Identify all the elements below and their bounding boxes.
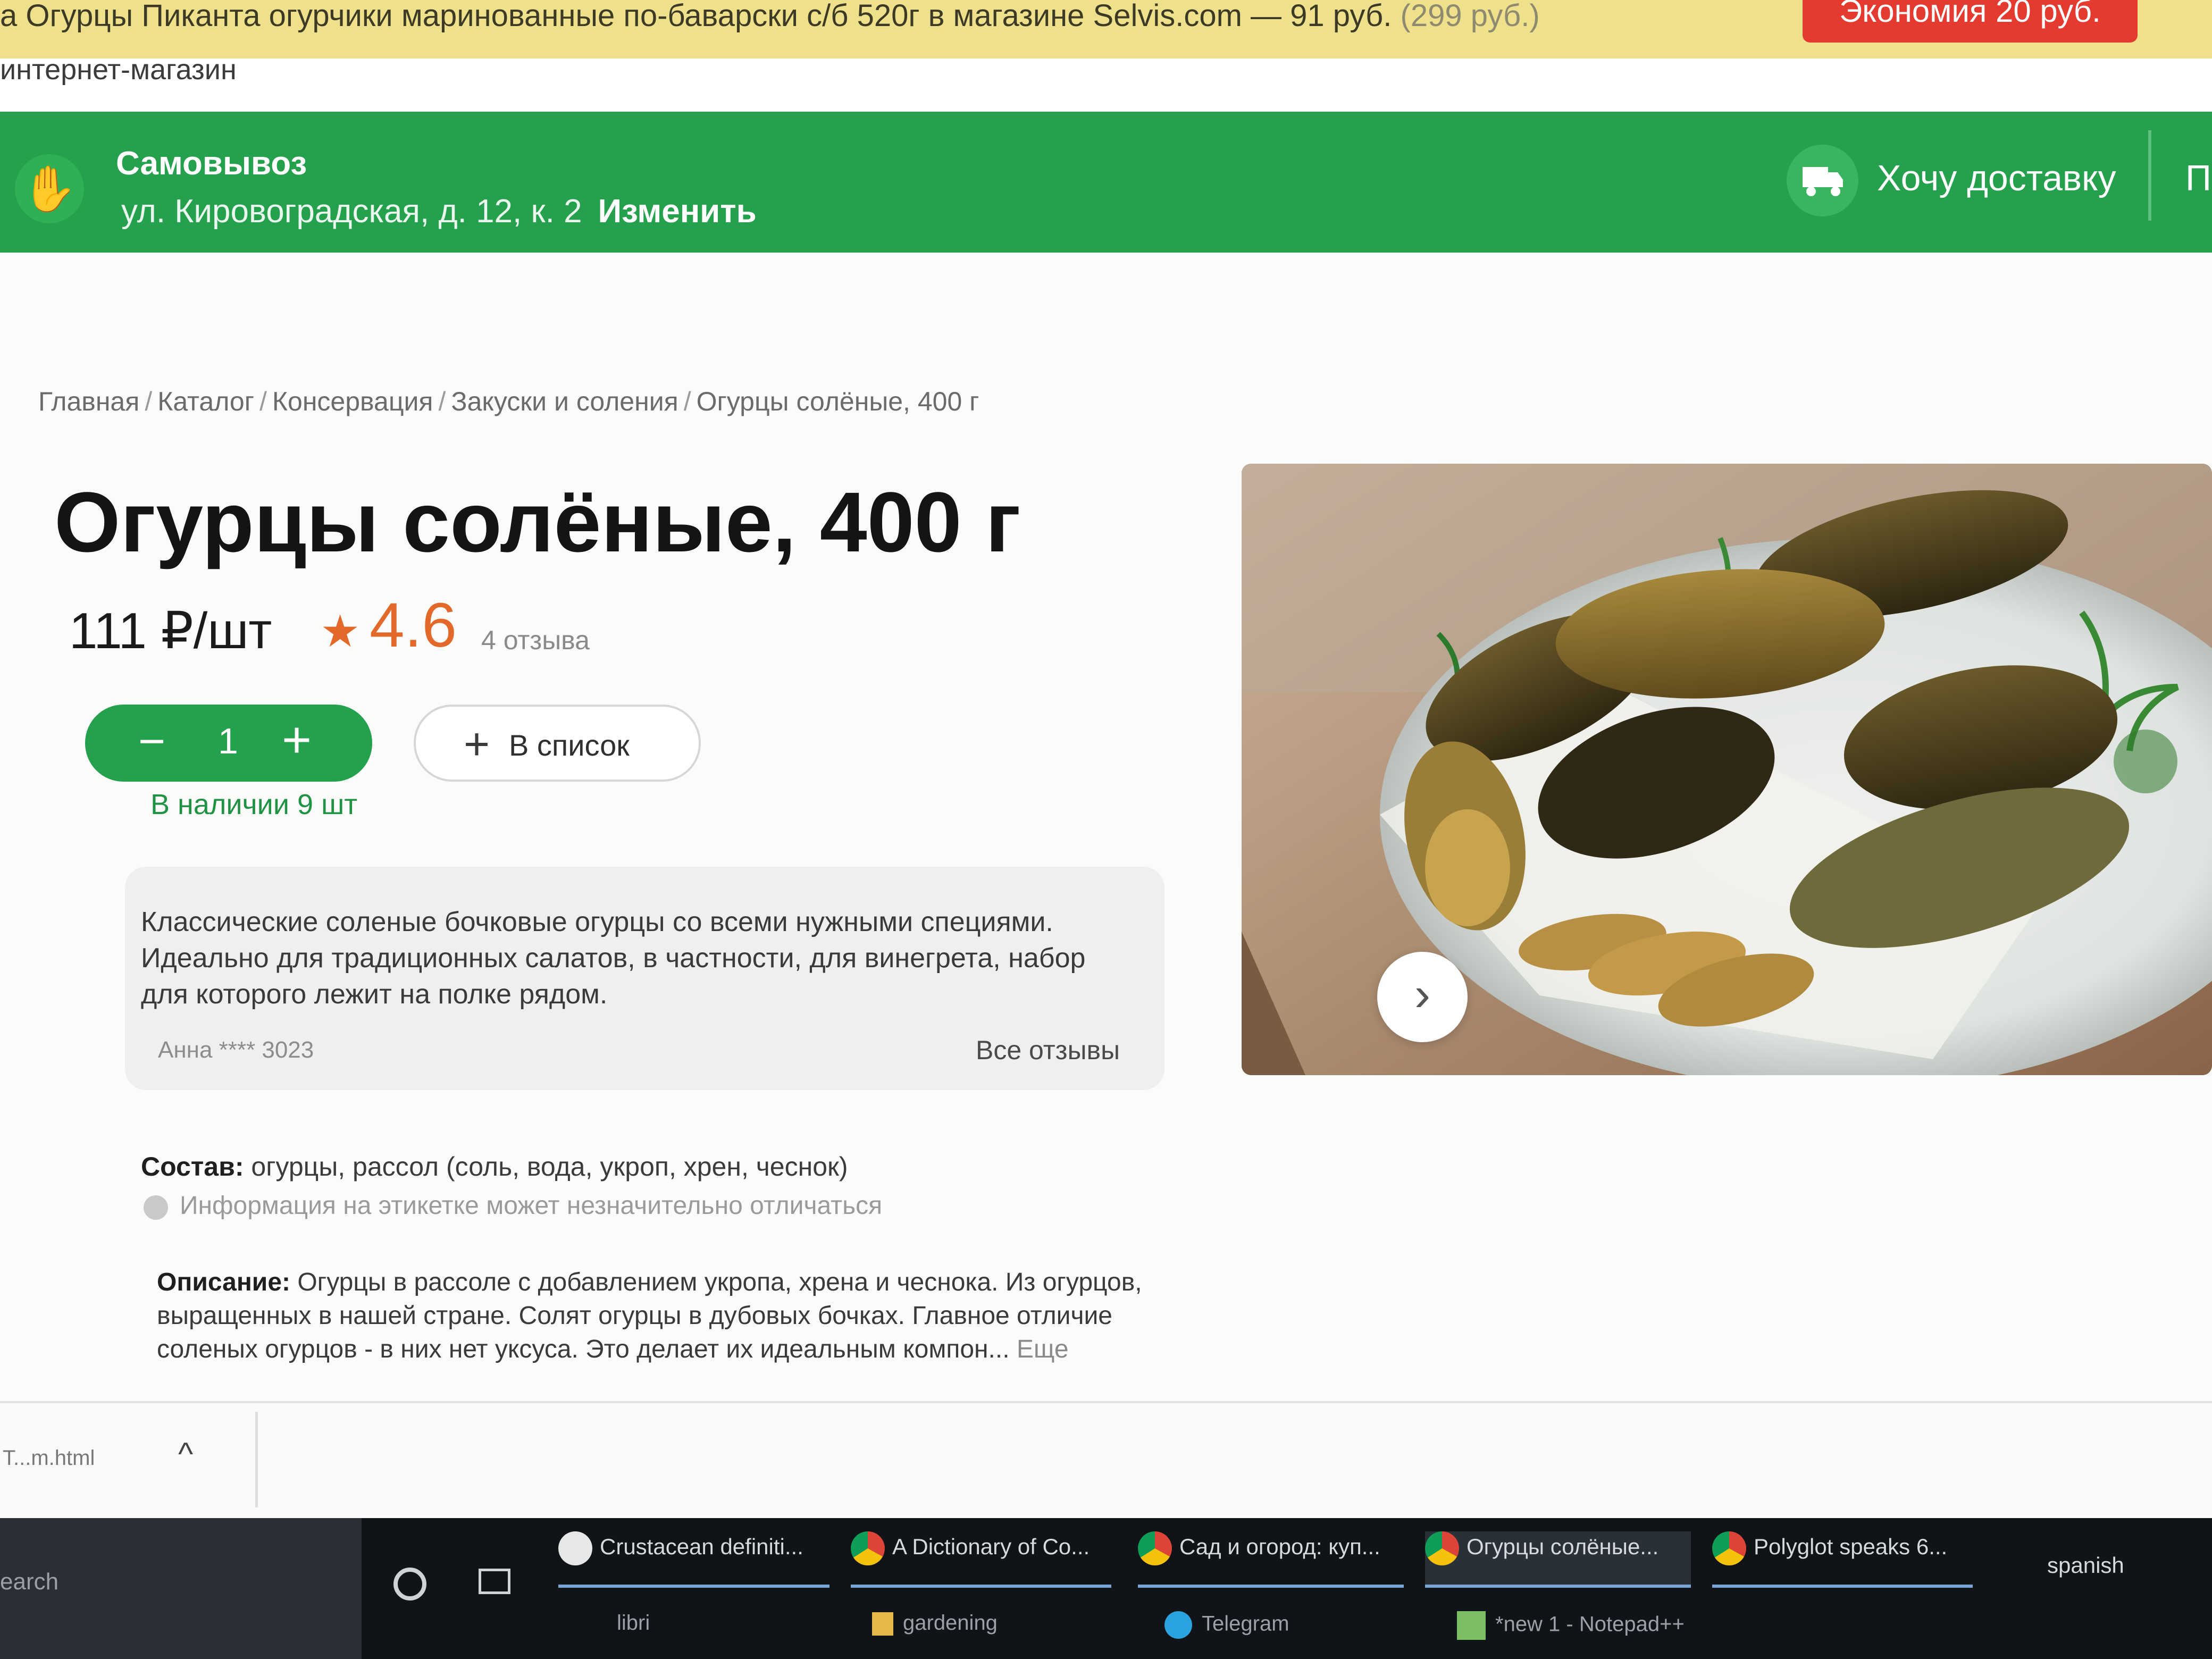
chevron-up-icon[interactable]: ^	[178, 1436, 193, 1472]
stock-status: В наличии 9 шт	[150, 789, 358, 820]
reviews-count-link[interactable]: 4 отзыва	[481, 625, 590, 656]
add-to-list-label: В список	[509, 728, 630, 762]
breadcrumb-item-snacks[interactable]: Закуски и соления	[451, 387, 678, 416]
pickup-address: ул. Кировоградская, д. 12, к. 2 Изменить	[121, 192, 757, 230]
taskbar-item-yandex[interactable]: Crustacean definiti...	[558, 1531, 830, 1588]
description-text: Огурцы в рассоле с добавлением укропа, х…	[157, 1268, 1142, 1363]
taskbar-item-telegram[interactable]: Telegram	[1164, 1611, 1289, 1639]
cut-off-menu-item[interactable]: П	[2185, 157, 2211, 199]
bar-divider	[2148, 130, 2151, 221]
breadcrumb: Главная / Каталог / Консервация / Закуски и со…	[38, 387, 979, 416]
quantity-stepper: − 1 +	[85, 705, 372, 782]
subheader	[0, 58, 2212, 112]
all-reviews-link[interactable]: Все отзывы	[976, 1035, 1120, 1066]
increment-button[interactable]: +	[282, 711, 312, 769]
downloaded-file[interactable]: T...m.html	[3, 1446, 95, 1470]
folder-icon	[872, 1612, 893, 1636]
show-more-link[interactable]: Еще	[1017, 1335, 1069, 1363]
taskbar-item-pickles-active[interactable]: Огурцы солёные...	[1425, 1531, 1691, 1588]
taskbar-item-spanish[interactable]: spanish	[2047, 1553, 2207, 1606]
page-title-text: а Огурцы Пиканта огурчики маринованные п…	[0, 0, 1540, 48]
chrome-icon	[851, 1531, 885, 1565]
taskbar-item-notepad[interactable]: *new 1 - Notepad++	[1457, 1611, 1685, 1640]
breadcrumb-item-current: Огурцы солёные, 400 г	[696, 387, 979, 416]
product-price: 111 ₽/шт	[69, 602, 272, 659]
decrement-button[interactable]: −	[138, 714, 165, 768]
search-placeholder: earch	[0, 1569, 59, 1595]
truck-icon[interactable]	[1787, 145, 1858, 216]
next-image-button[interactable]: ›	[1377, 952, 1468, 1042]
product-title: Огурцы солёные, 400 г	[54, 474, 1021, 569]
info-icon	[144, 1195, 168, 1220]
review-author: Анна **** 3023	[158, 1037, 314, 1063]
rating-value: 4.6	[370, 590, 457, 660]
address-text: ул. Кировоградская, д. 12, к. 2	[121, 193, 582, 230]
breadcrumb-item-catalog[interactable]: Каталог	[157, 387, 254, 416]
composition-label: Состав:	[141, 1152, 244, 1182]
description: Описание: Огурцы в рассоле с добавлением…	[157, 1266, 1167, 1366]
taskbar-item-libri[interactable]: libri	[617, 1611, 650, 1635]
pickup-mode[interactable]: Самовывоз	[116, 145, 307, 182]
hand-wave-icon: ✋	[15, 154, 84, 223]
economy-badge: Экономия 20 руб.	[1803, 0, 2138, 43]
taskbar-item-polyglot[interactable]: Polyglot speaks 6...	[1712, 1531, 1973, 1588]
store-label: интернет-магазин	[0, 54, 237, 86]
add-to-list-button[interactable]: + В список	[414, 705, 701, 782]
taskbar-item-gardening[interactable]: gardening	[872, 1611, 998, 1636]
quantity-value[interactable]: 1	[218, 720, 238, 762]
composition-value: огурцы, рассол (соль, вода, укроп, хрен,…	[251, 1152, 848, 1182]
notepad-plus-icon	[1457, 1611, 1486, 1640]
taskbar-item-dictionary[interactable]: A Dictionary of Co...	[851, 1531, 1111, 1588]
chrome-icon	[1138, 1531, 1172, 1565]
breadcrumb-item-preserves[interactable]: Консервация	[272, 387, 433, 416]
downloads-bar	[0, 1401, 2212, 1520]
old-price: (299 руб.)	[1400, 0, 1540, 33]
description-label: Описание:	[157, 1268, 290, 1296]
chrome-icon	[1425, 1531, 1459, 1565]
telegram-icon	[1164, 1611, 1192, 1639]
want-delivery-button[interactable]: Хочу доставку	[1877, 157, 2116, 199]
star-icon: ★	[320, 606, 361, 656]
review-card: Классические соленые бочковые огурцы со …	[125, 867, 1164, 1090]
breadcrumb-item-home[interactable]: Главная	[38, 387, 139, 416]
chrome-icon	[1712, 1531, 1746, 1565]
change-address-link[interactable]: Изменить	[598, 193, 757, 230]
cortana-icon[interactable]	[393, 1568, 426, 1601]
label-disclaimer: Информация на этикетке может незначитель…	[180, 1192, 883, 1220]
task-view-icon[interactable]	[479, 1569, 510, 1594]
review-text: Классические соленые бочковые огурцы со …	[141, 907, 1086, 1010]
composition: Состав: огурцы, рассол (соль, вода, укро…	[141, 1151, 848, 1182]
downloads-divider	[255, 1412, 258, 1507]
plus-icon: +	[464, 719, 490, 769]
yandex-browser-icon	[558, 1531, 592, 1565]
taskbar-item-garden-shop[interactable]: Сад и огород: куп...	[1138, 1531, 1404, 1588]
